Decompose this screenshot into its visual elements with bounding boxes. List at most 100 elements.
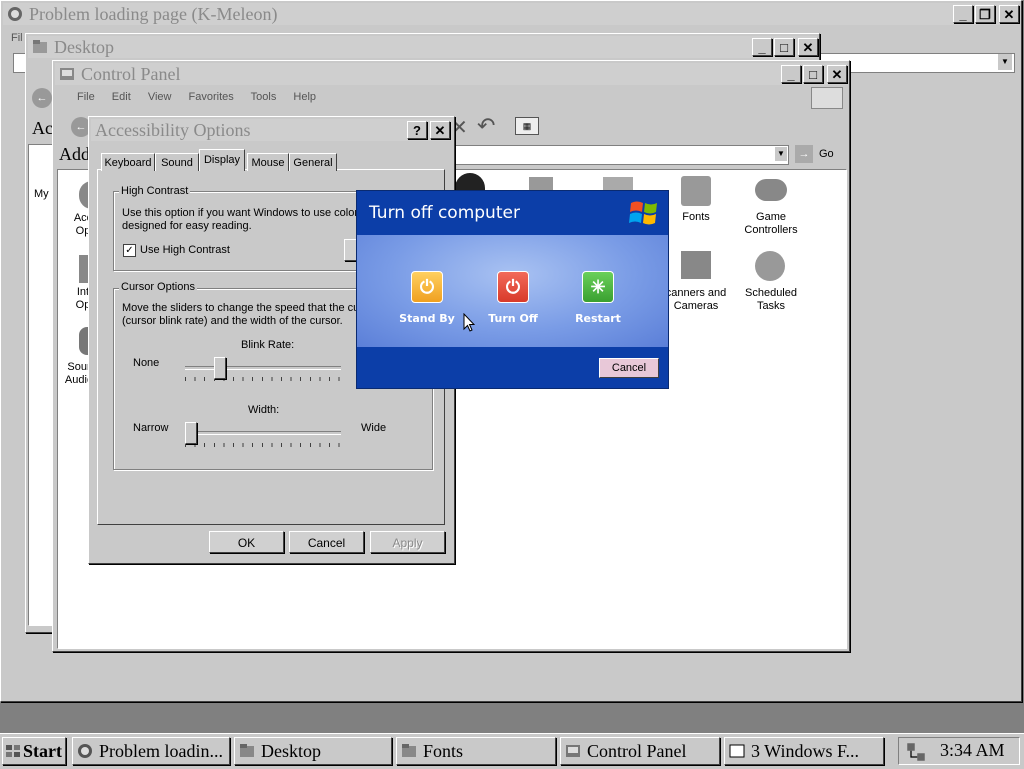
icon-label-scheduled-tasks[interactable]: Scheduled Tasks [731, 287, 811, 313]
close-button[interactable]: ✕ [798, 38, 818, 56]
width-label: Width: [248, 404, 280, 416]
menu-view[interactable]: View [148, 91, 172, 103]
my-computer-fragment[interactable]: My [34, 188, 49, 200]
use-high-contrast-label[interactable]: Use High Contrast [140, 244, 230, 256]
kmeleon-icon [8, 7, 22, 21]
cancel-button[interactable]: Cancel [289, 531, 364, 553]
minimize-button[interactable]: _ [752, 38, 772, 56]
fonts-folder-icon[interactable] [681, 176, 711, 206]
blink-none-label: None [133, 357, 160, 369]
maximize-button[interactable]: □ [774, 38, 794, 56]
turn-off-cancel-button[interactable]: Cancel [599, 358, 659, 378]
taskbar-item-label: Desktop [261, 741, 321, 761]
taskbar-item-control-panel[interactable]: Control Panel [560, 737, 720, 765]
taskbar-item-windows-group[interactable]: 3 Windows F... [724, 737, 884, 765]
high-contrast-legend: High Contrast [119, 185, 191, 197]
minimize-button[interactable]: _ [953, 5, 973, 23]
taskbar-item-label: Control Panel [587, 741, 687, 761]
clock[interactable]: 3:34 AM [940, 740, 1005, 761]
cursor-options-desc-2: (cursor blink rate) and the width of the… [122, 315, 343, 327]
taskbar-item-desktop[interactable]: Desktop [234, 737, 392, 765]
folder-icon [240, 744, 254, 757]
accessibility-titlebar[interactable]: Accessibility Options ? ✕ [91, 119, 452, 141]
desktop-titlebar[interactable]: Desktop _ □ ✕ [28, 36, 818, 58]
tab-sound[interactable]: Sound [155, 153, 199, 171]
start-windows-icon [6, 745, 20, 757]
cp-menubar: File Edit View Favorites Tools Help [77, 91, 330, 103]
go-button[interactable]: Go [819, 148, 834, 160]
browser-menu-fragment[interactable]: Fil [11, 32, 23, 44]
cursor-options-legend: Cursor Options [119, 281, 197, 293]
ok-button[interactable]: OK [209, 531, 284, 553]
blink-rate-ticks [185, 377, 341, 381]
stand-by-button[interactable]: ⏻ [411, 271, 443, 303]
close-button[interactable]: ✕ [999, 5, 1019, 23]
restart-label[interactable]: Restart [563, 312, 633, 325]
width-slider-thumb[interactable] [185, 422, 197, 444]
width-wide-label: Wide [361, 422, 387, 434]
tab-mouse[interactable]: Mouse [247, 153, 289, 171]
high-contrast-desc-1: Use this option if you want Windows to u… [122, 207, 364, 219]
window-icon [729, 744, 745, 758]
back-arrow-icon[interactable]: ← [32, 88, 52, 108]
taskbar-item-browser[interactable]: Problem loadin... [72, 737, 230, 765]
high-contrast-desc-2: designed for easy reading. [122, 220, 252, 232]
menu-favorites[interactable]: Favorites [189, 91, 234, 103]
tab-display[interactable]: Display [199, 149, 245, 171]
close-button[interactable]: ✕ [430, 121, 450, 139]
undo-icon[interactable]: ↶ [477, 113, 495, 139]
menu-tools[interactable]: Tools [251, 91, 277, 103]
kmeleon-icon [78, 744, 92, 758]
accessibility-title: Accessibility Options [95, 120, 251, 140]
scanner-camera-icon[interactable] [681, 251, 711, 279]
desktop-address-fragment: Ac [32, 118, 53, 138]
control-panel-icon [566, 745, 580, 757]
blink-rate-track [185, 366, 341, 370]
browser-titlebar[interactable]: Problem loading page (K-Meleon) _ ❐ ✕ [3, 3, 1019, 25]
tab-keyboard[interactable]: Keyboard [101, 153, 155, 171]
maximize-button[interactable]: □ [803, 65, 823, 83]
menu-file[interactable]: File [77, 91, 95, 103]
taskbar-item-label: 3 Windows F... [751, 741, 860, 761]
turn-off-dialog: Turn off computer ⏻ Stand By ⏻ Turn Off … [356, 190, 669, 389]
minimize-button[interactable]: _ [781, 65, 801, 83]
turn-off-button[interactable]: ⏻ [497, 271, 529, 303]
taskbar-item-fonts[interactable]: Fonts [396, 737, 556, 765]
menu-help[interactable]: Help [293, 91, 316, 103]
restart-button[interactable]: ✳ [582, 271, 614, 303]
folder-icon [33, 40, 47, 53]
icon-label-game-controllers[interactable]: Game Controllers [731, 211, 811, 237]
urlbar-dropdown-icon[interactable]: ▼ [998, 54, 1012, 70]
go-arrow-icon[interactable]: → [795, 145, 813, 163]
turn-off-label[interactable]: Turn Off [478, 312, 548, 325]
menu-edit[interactable]: Edit [112, 91, 131, 103]
help-button[interactable]: ? [407, 121, 427, 139]
windows-flag-icon [811, 87, 843, 109]
apply-button[interactable]: Apply [370, 531, 445, 553]
address-dropdown-icon[interactable]: ▼ [775, 147, 787, 161]
restore-button[interactable]: ❐ [975, 5, 995, 23]
cp-title: Control Panel [81, 64, 181, 84]
folder-icon [402, 744, 416, 757]
cursor-options-desc-1: Move the sliders to change the speed tha… [122, 302, 363, 314]
cp-titlebar[interactable]: Control Panel _ □ ✕ [55, 63, 847, 85]
width-narrow-label: Narrow [133, 422, 169, 434]
stand-by-label[interactable]: Stand By [392, 312, 462, 325]
blink-rate-slider-thumb[interactable] [214, 357, 227, 379]
start-label: Start [23, 741, 62, 761]
network-icon[interactable] [906, 742, 926, 762]
game-controller-icon[interactable] [755, 179, 787, 201]
use-high-contrast-checkbox[interactable]: ✓ [123, 244, 136, 257]
desktop-title: Desktop [54, 37, 114, 57]
tab-general[interactable]: General [289, 153, 337, 171]
browser-title: Problem loading page (K-Meleon) [29, 4, 278, 24]
taskbar-item-label: Fonts [423, 741, 464, 761]
control-panel-icon [60, 68, 74, 80]
close-button[interactable]: ✕ [827, 65, 847, 83]
width-track [185, 431, 341, 435]
cp-address-label: Add [59, 144, 90, 164]
scheduled-tasks-icon[interactable] [755, 251, 785, 281]
views-icon[interactable]: ▦ [515, 117, 539, 135]
start-button[interactable]: Start [2, 737, 66, 765]
blink-rate-label: Blink Rate: [241, 339, 295, 351]
